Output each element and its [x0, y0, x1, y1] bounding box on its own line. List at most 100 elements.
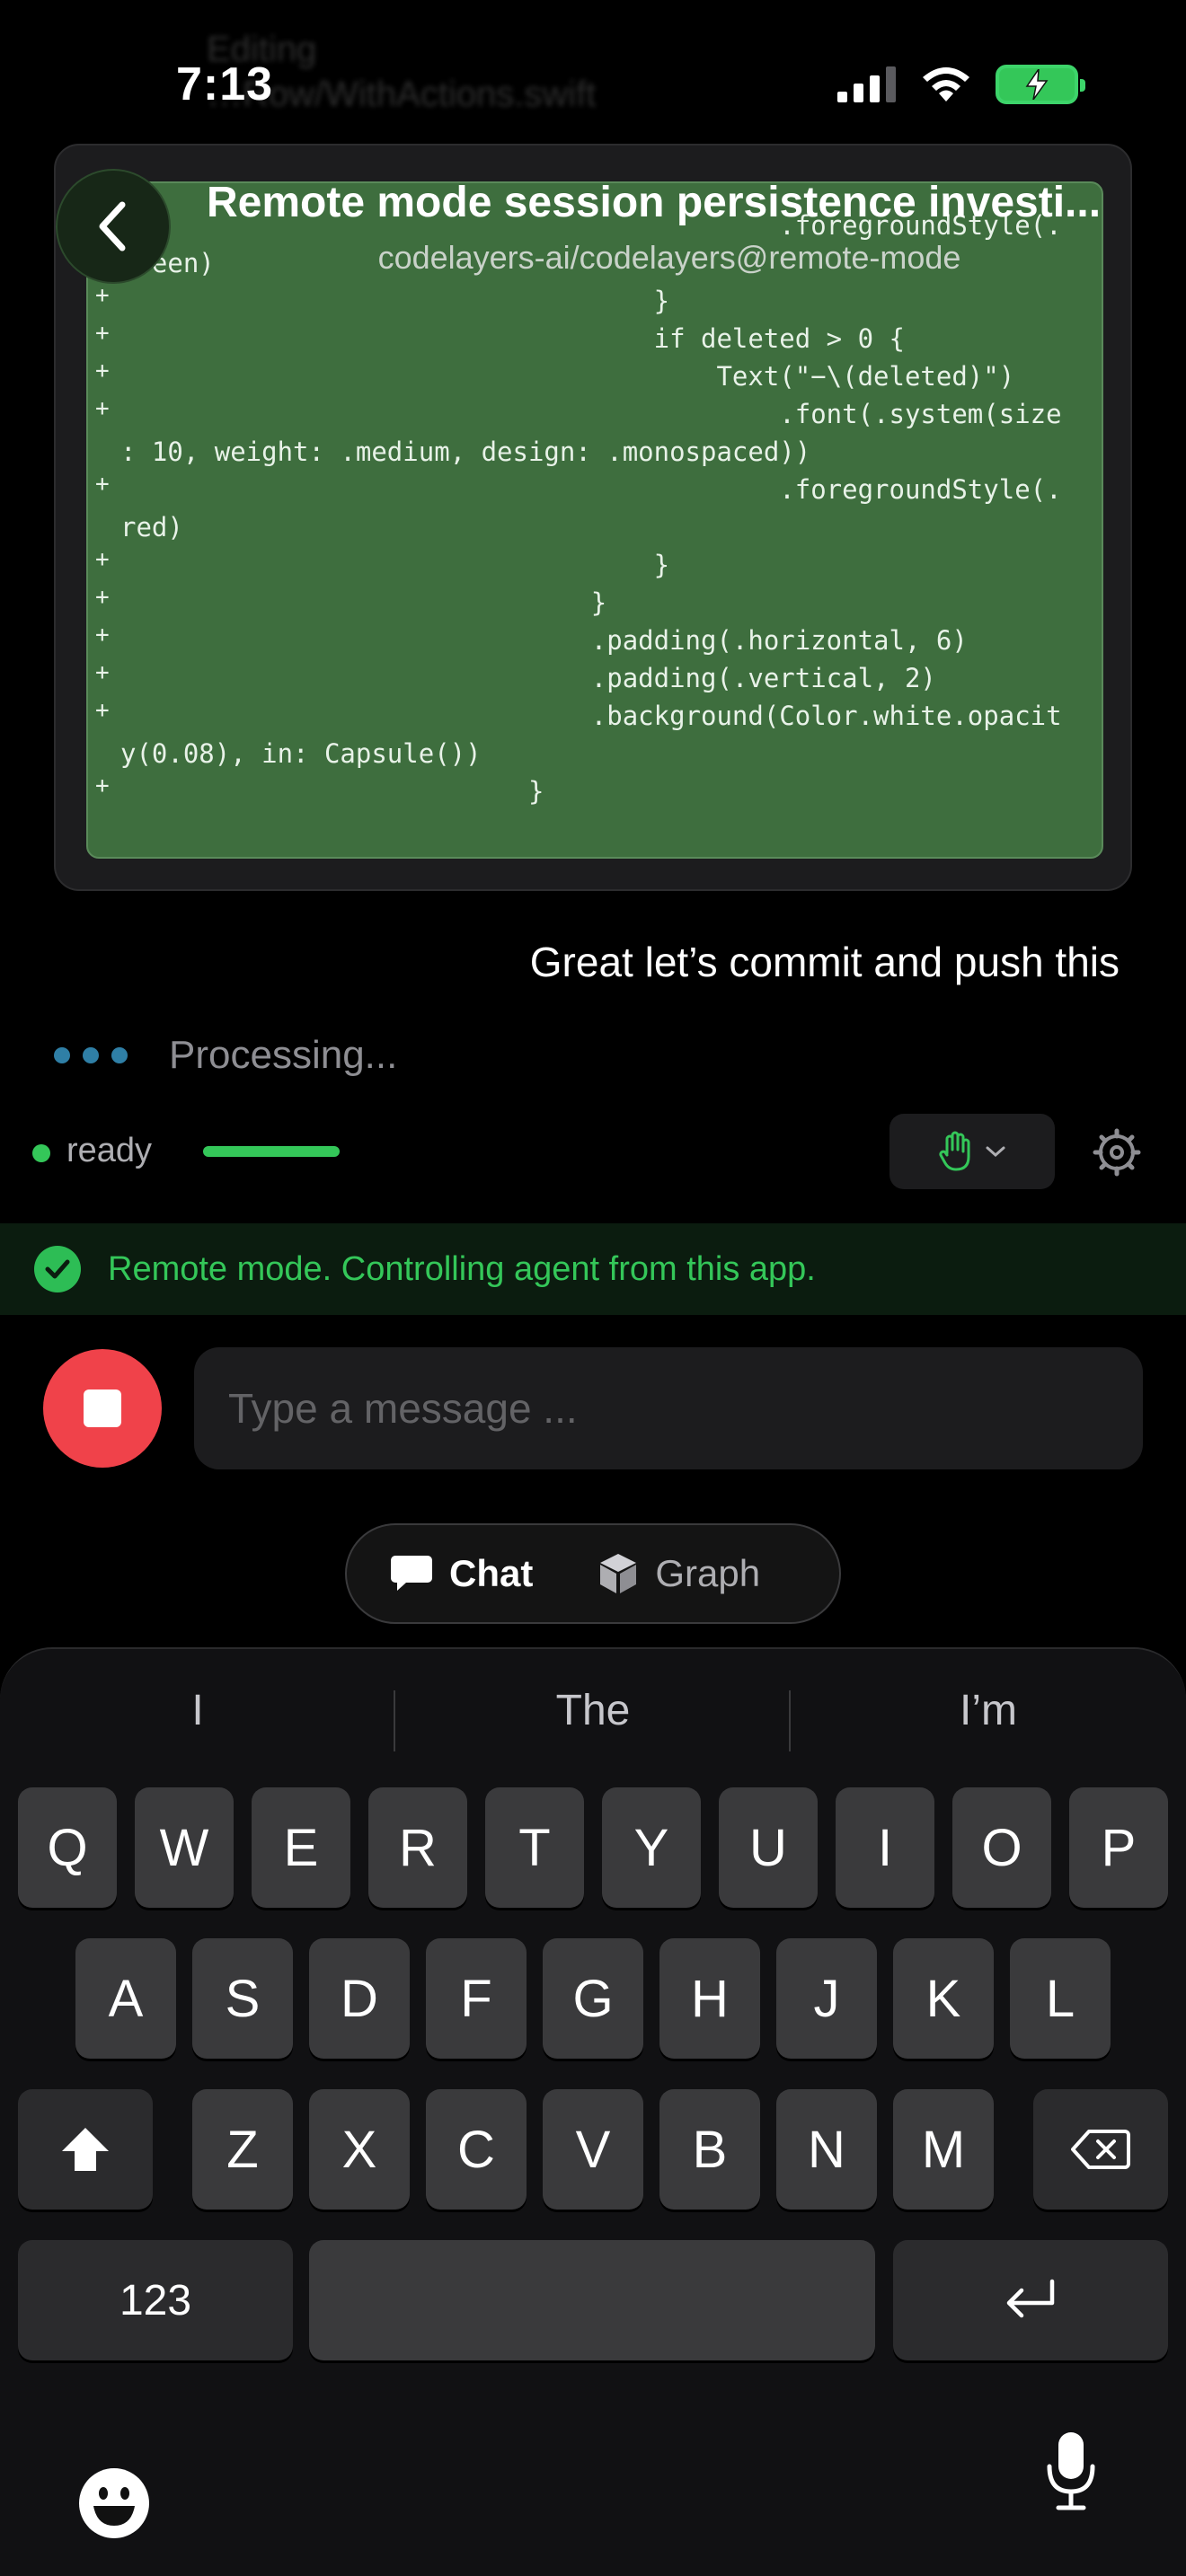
shift-key[interactable] — [18, 2089, 153, 2210]
code-line: + .padding(.vertical, 2) — [88, 659, 1102, 697]
code-line: y(0.08), in: Capsule()) — [88, 735, 1102, 772]
code-text: .background(Color.white.opacit — [120, 701, 1062, 731]
typing-dot — [54, 1047, 70, 1063]
key-u[interactable]: U — [719, 1787, 818, 1908]
code-text: .foregroundStyle(. — [120, 474, 1062, 505]
key-d[interactable]: D — [309, 1938, 410, 2059]
status-icons — [837, 65, 1085, 104]
code-diff-block[interactable]: + .foregroundStyle(. green) + } + if del… — [86, 181, 1103, 859]
key-i[interactable]: I — [836, 1787, 934, 1908]
dictation-button[interactable] — [1044, 2429, 1098, 2516]
numbers-key[interactable]: 123 — [18, 2240, 293, 2360]
key-g[interactable]: G — [543, 1938, 643, 2059]
hand-raised-icon — [939, 1131, 970, 1171]
chat-bubble-icon — [391, 1556, 432, 1591]
code-text: if deleted > 0 { — [120, 323, 905, 354]
key-c[interactable]: C — [426, 2089, 527, 2210]
emoji-button[interactable] — [77, 2466, 151, 2545]
code-text: } — [120, 286, 670, 316]
code-lines: + .foregroundStyle(. green) + } + if del… — [88, 207, 1102, 810]
bolt-icon — [1025, 69, 1049, 100]
view-toggle: Chat Graph — [345, 1523, 841, 1624]
diff-marker: + — [95, 622, 110, 648]
stop-icon — [84, 1389, 121, 1427]
key-f[interactable]: F — [426, 1938, 527, 2059]
checkmark-circle-icon — [34, 1246, 81, 1292]
settings-button[interactable] — [1093, 1128, 1141, 1177]
code-text: } — [120, 550, 670, 580]
key-j[interactable]: J — [776, 1938, 877, 2059]
typing-dot — [111, 1047, 128, 1063]
key-w[interactable]: W — [135, 1787, 234, 1908]
space-key[interactable] — [309, 2240, 875, 2360]
stop-button[interactable] — [43, 1349, 162, 1468]
code-line: + .font(.system(size — [88, 395, 1102, 433]
suggestion-item[interactable]: The — [395, 1671, 791, 1750]
delete-key[interactable] — [1033, 2089, 1168, 2210]
suggestion-bar: I The I’m — [0, 1671, 1186, 1751]
user-message: Great let’s commit and push this — [529, 939, 1120, 985]
backspace-icon — [1071, 2130, 1130, 2169]
key-n[interactable]: N — [776, 2089, 877, 2210]
diff-marker: + — [95, 471, 110, 498]
code-text: .padding(.horizontal, 6) — [120, 625, 968, 656]
key-p[interactable]: P — [1069, 1787, 1168, 1908]
key-y[interactable]: Y — [602, 1787, 701, 1908]
suggestion-item[interactable]: I’m — [791, 1671, 1186, 1750]
key-l[interactable]: L — [1010, 1938, 1111, 2059]
agent-status-row: ready — [32, 1114, 1155, 1195]
code-text: red) — [120, 512, 183, 543]
key-e[interactable]: E — [252, 1787, 350, 1908]
code-text: .font(.system(size — [120, 399, 1062, 429]
key-m[interactable]: M — [893, 2089, 994, 2210]
key-h[interactable]: H — [659, 1938, 760, 2059]
remote-mode-text: Remote mode. Controlling agent from this… — [108, 1249, 816, 1288]
code-line: + } — [88, 282, 1102, 320]
diff-marker: + — [95, 357, 110, 384]
return-key[interactable] — [893, 2240, 1168, 2360]
session-title: Remote mode session persistence investi.… — [207, 179, 1102, 226]
key-z[interactable]: Z — [192, 2089, 293, 2210]
tab-graph[interactable]: Graph — [554, 1552, 760, 1595]
repo-subtitle: codelayers-ai/codelayers@remote-mode — [377, 239, 961, 276]
ready-progress-bar — [203, 1146, 340, 1157]
tab-chat[interactable]: Chat — [347, 1552, 533, 1595]
diff-marker: + — [95, 584, 110, 611]
microphone-icon — [1047, 2432, 1095, 2510]
diff-marker: + — [95, 659, 110, 686]
key-k[interactable]: K — [893, 1938, 994, 2059]
code-line: + } — [88, 584, 1102, 622]
tab-chat-label: Chat — [449, 1552, 534, 1594]
signal-icon — [837, 66, 896, 102]
code-text: Text("−\(deleted)") — [120, 361, 1015, 392]
key-s[interactable]: S — [192, 1938, 293, 2059]
typing-dot — [83, 1047, 99, 1063]
back-button[interactable] — [56, 169, 171, 284]
cube-icon — [600, 1554, 637, 1593]
key-b[interactable]: B — [659, 2089, 760, 2210]
emoji-icon — [79, 2468, 149, 2538]
diff-marker: + — [95, 697, 110, 724]
key-t[interactable]: T — [485, 1787, 584, 1908]
key-q[interactable]: Q — [18, 1787, 117, 1908]
battery-icon — [996, 65, 1085, 104]
key-r[interactable]: R — [368, 1787, 467, 1908]
key-o[interactable]: O — [952, 1787, 1051, 1908]
key-x[interactable]: X — [309, 2089, 410, 2210]
key-a[interactable]: A — [75, 1938, 176, 2059]
code-text: y(0.08), in: Capsule()) — [120, 738, 482, 769]
key-v[interactable]: V — [543, 2089, 643, 2210]
diff-marker: + — [95, 546, 110, 573]
code-line: + } — [88, 546, 1102, 584]
message-input[interactable] — [194, 1347, 1143, 1469]
code-text: : 10, weight: .medium, design: .monospac… — [120, 437, 811, 467]
code-text: .padding(.vertical, 2) — [120, 663, 936, 693]
suggestion-item[interactable]: I — [0, 1671, 395, 1750]
code-line: + Text("−\(deleted)") — [88, 357, 1102, 395]
chevron-left-icon — [99, 201, 126, 251]
chevron-down-icon — [986, 1146, 1005, 1158]
permission-mode-button[interactable] — [890, 1114, 1055, 1189]
code-line: red) — [88, 508, 1102, 546]
keyboard: I The I’m Q W E R T Y U I O P A S D F G … — [0, 1647, 1186, 2576]
code-line: + .padding(.horizontal, 6) — [88, 622, 1102, 659]
